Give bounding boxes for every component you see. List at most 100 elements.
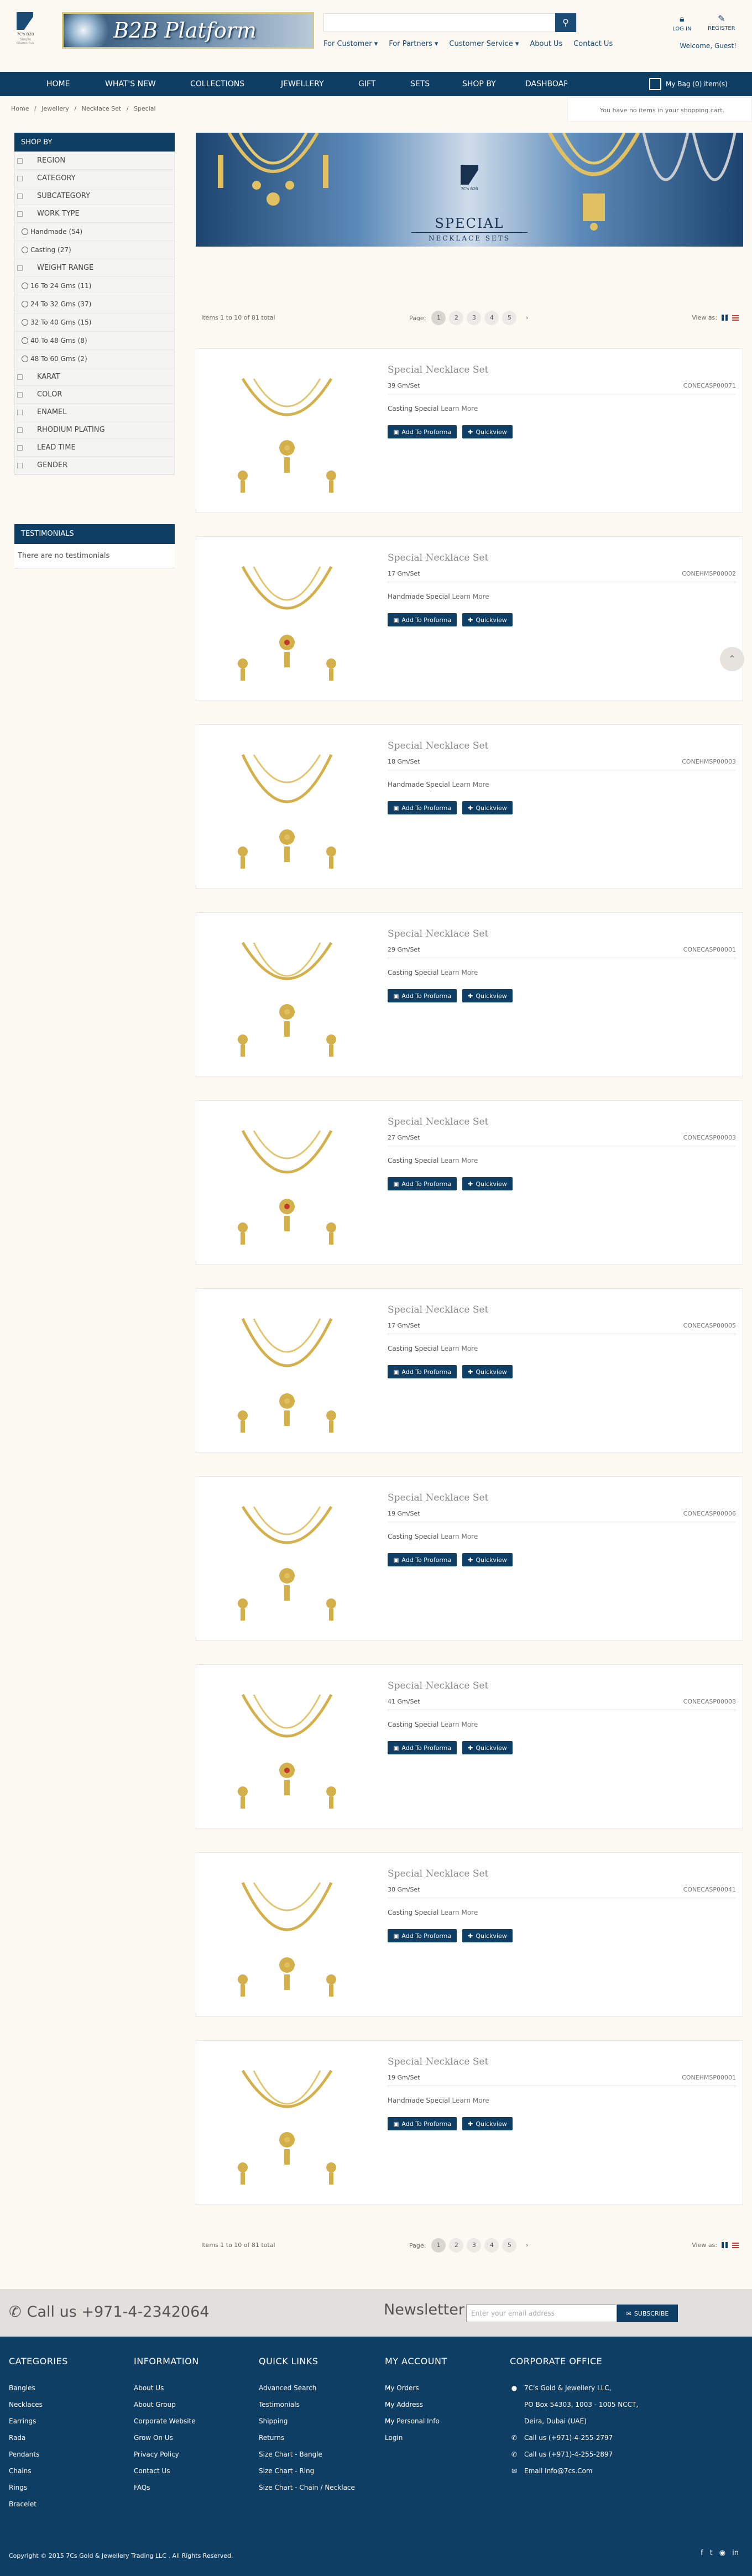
filter-enamel[interactable]: ENAMEL	[15, 404, 174, 421]
nav-sets[interactable]: SETS	[410, 80, 430, 88]
footer-link[interactable]: Testimonials	[259, 2396, 355, 2413]
register-link[interactable]: ✎ REGISTER	[708, 13, 735, 32]
add-to-proforma-button[interactable]: ▣ Add To Proforma	[388, 989, 457, 1002]
quickview-button[interactable]: ✚ Quickview	[462, 425, 513, 438]
filter-option[interactable]: Handmade (54)	[15, 223, 174, 241]
top-link-for-partners[interactable]: For Partners ▾	[389, 40, 438, 48]
subscribe-button[interactable]: ✉ SUBSCRIBE	[617, 2305, 678, 2322]
phone-text[interactable]: Call us (+971)-4-255-2797	[524, 2429, 613, 2446]
product-image[interactable]	[204, 2049, 370, 2198]
product-name[interactable]: Special Necklace Set	[388, 740, 488, 751]
email-text[interactable]: Email Info@7cs.Com	[524, 2463, 593, 2479]
quickview-button[interactable]: ✚ Quickview	[462, 989, 513, 1002]
product-image[interactable]	[204, 1485, 370, 1634]
page-5[interactable]: 5	[502, 2238, 517, 2253]
footer-link[interactable]: Bangles	[9, 2380, 68, 2396]
learn-more-link[interactable]: Learn More	[452, 781, 489, 788]
footer-link[interactable]: My Orders	[385, 2380, 447, 2396]
learn-more-link[interactable]: Learn More	[452, 2097, 489, 2104]
footer-link[interactable]: Pendants	[9, 2446, 68, 2463]
footer-link[interactable]: Corporate Website	[134, 2413, 199, 2429]
grid-view-icon[interactable]	[722, 315, 728, 321]
linkedin-icon[interactable]: in	[732, 2549, 739, 2557]
product-image[interactable]	[204, 357, 370, 506]
site-logo[interactable]: 7C's B2B Simply Glamorous	[12, 12, 39, 45]
add-to-proforma-button[interactable]: ▣ Add To Proforma	[388, 1741, 457, 1754]
add-to-proforma-button[interactable]: ▣ Add To Proforma	[388, 1553, 457, 1566]
search-button[interactable]: ⚲	[555, 13, 576, 32]
learn-more-link[interactable]: Learn More	[441, 969, 478, 976]
footer-link[interactable]: My Personal Info	[385, 2413, 447, 2429]
grid-view-icon[interactable]	[722, 2242, 728, 2248]
product-image[interactable]	[204, 1297, 370, 1446]
filter-option[interactable]: 40 To 48 Gms (8)	[15, 332, 174, 350]
footer-link[interactable]: Size Chart - Ring	[259, 2463, 355, 2479]
nav-gift[interactable]: GIFT	[358, 80, 375, 88]
footer-link[interactable]: Shipping	[259, 2413, 355, 2429]
filter-option[interactable]: 48 To 60 Gms (2)	[15, 350, 174, 368]
top-link-contact-us[interactable]: Contact Us	[573, 40, 613, 48]
footer-link[interactable]: Advanced Search	[259, 2380, 355, 2396]
nav-home[interactable]: HOME	[46, 80, 70, 88]
product-name[interactable]: Special Necklace Set	[388, 552, 488, 563]
page-3[interactable]: 3	[467, 2238, 482, 2253]
product-name[interactable]: Special Necklace Set	[388, 1304, 488, 1315]
page-4[interactable]: 4	[484, 2238, 499, 2253]
add-to-proforma-button[interactable]: ▣ Add To Proforma	[388, 613, 457, 626]
footer-link[interactable]: Grow On Us	[134, 2429, 199, 2446]
footer-link[interactable]: About Us	[134, 2380, 199, 2396]
product-image[interactable]	[204, 545, 370, 694]
nav-jewellery[interactable]: JEWELLERY	[281, 80, 324, 88]
learn-more-link[interactable]: Learn More	[441, 405, 478, 412]
next-page-button[interactable]: ›	[520, 2238, 534, 2253]
footer-link[interactable]: About Group	[134, 2396, 199, 2413]
filter-option[interactable]: Casting (27)	[15, 241, 174, 259]
filter-rhodium-plating[interactable]: RHODIUM PLATING	[15, 421, 174, 439]
filter-option[interactable]: 16 To 24 Gms (11)	[15, 277, 174, 295]
filter-gender[interactable]: GENDER	[15, 457, 174, 474]
page-5[interactable]: 5	[502, 311, 517, 325]
list-view-icon[interactable]	[732, 2242, 739, 2248]
footer-link[interactable]: Login	[385, 2429, 447, 2446]
quickview-button[interactable]: ✚ Quickview	[462, 613, 513, 626]
footer-link[interactable]: Necklaces	[9, 2396, 68, 2413]
add-to-proforma-button[interactable]: ▣ Add To Proforma	[388, 1177, 457, 1190]
quickview-button[interactable]: ✚ Quickview	[462, 1553, 513, 1566]
phone-text[interactable]: Call us (+971)-4-255-2897	[524, 2446, 613, 2463]
quickview-button[interactable]: ✚ Quickview	[462, 1929, 513, 1942]
learn-more-link[interactable]: Learn More	[441, 1533, 478, 1540]
add-to-proforma-button[interactable]: ▣ Add To Proforma	[388, 425, 457, 438]
learn-more-link[interactable]: Learn More	[441, 1345, 478, 1352]
list-view-icon[interactable]	[732, 315, 739, 321]
filter-category[interactable]: CATEGORY	[15, 170, 174, 187]
product-image[interactable]	[204, 1673, 370, 1822]
quickview-button[interactable]: ✚ Quickview	[462, 1177, 513, 1190]
footer-link[interactable]: Returns	[259, 2429, 355, 2446]
login-link[interactable]: 🔒︎ LOG IN	[672, 13, 691, 32]
footer-link[interactable]: Earrings	[9, 2413, 68, 2429]
scroll-top-button[interactable]: ⌃	[720, 647, 744, 671]
add-to-proforma-button[interactable]: ▣ Add To Proforma	[388, 1929, 457, 1942]
breadcrumb-necklace-set[interactable]: Necklace Set	[82, 105, 122, 112]
learn-more-link[interactable]: Learn More	[441, 1909, 478, 1916]
filter-weight-range[interactable]: WEIGHT RANGE	[15, 259, 174, 277]
add-to-proforma-button[interactable]: ▣ Add To Proforma	[388, 801, 457, 814]
page-3[interactable]: 3	[467, 311, 482, 325]
product-name[interactable]: Special Necklace Set	[388, 2056, 488, 2067]
next-page-button[interactable]: ›	[520, 311, 534, 325]
page-4[interactable]: 4	[484, 311, 499, 325]
footer-link[interactable]: Rings	[9, 2479, 68, 2496]
quickview-button[interactable]: ✚ Quickview	[462, 801, 513, 814]
footer-link[interactable]: Privacy Policy	[134, 2446, 199, 2463]
twitter-icon[interactable]: t	[710, 2549, 713, 2557]
facebook-icon[interactable]: f	[701, 2549, 703, 2557]
learn-more-link[interactable]: Learn More	[441, 1721, 478, 1728]
footer-link[interactable]: Contact Us	[134, 2463, 199, 2479]
page-2[interactable]: 2	[449, 2238, 464, 2253]
footer-link[interactable]: Bracelet	[9, 2496, 68, 2512]
page-2[interactable]: 2	[449, 311, 464, 325]
nav-shop-by[interactable]: SHOP BY	[462, 80, 496, 88]
footer-link[interactable]: Size Chart - Chain / Necklace	[259, 2479, 355, 2496]
breadcrumb-jewellery[interactable]: Jewellery	[41, 105, 69, 112]
filter-lead-time[interactable]: LEAD TIME	[15, 439, 174, 457]
